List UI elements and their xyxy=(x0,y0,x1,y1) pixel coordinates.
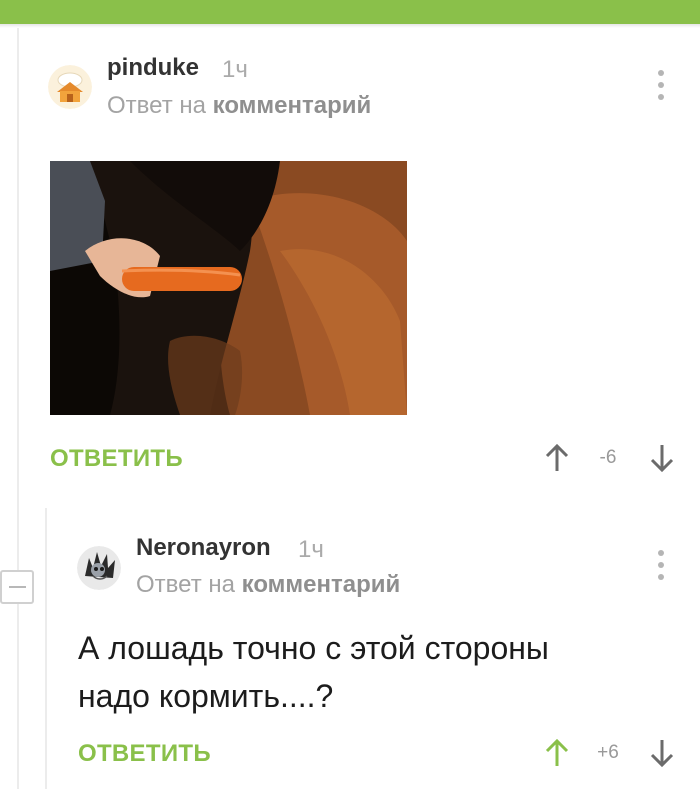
reply-target-link[interactable]: комментарий xyxy=(242,571,401,598)
upvote-arrow-icon[interactable] xyxy=(544,738,570,768)
upvote-arrow-icon[interactable] xyxy=(544,443,570,473)
reply-context[interactable]: Ответ на комментарий xyxy=(136,571,400,599)
comment-text: А лошадь точно с этой стороны надо корми… xyxy=(78,624,678,720)
username[interactable]: Neronayron xyxy=(136,534,271,562)
nested-thread-line[interactable] xyxy=(45,508,47,789)
comment-time: 1ч xyxy=(298,536,324,563)
reply-prefix: Ответ на xyxy=(136,571,235,598)
minus-icon xyxy=(9,586,26,588)
reply-target-link[interactable]: комментарий xyxy=(213,92,372,119)
avatar[interactable] xyxy=(77,546,121,590)
username[interactable]: pinduke xyxy=(107,54,199,82)
top-bar xyxy=(0,0,700,24)
reply-prefix: Ответ на xyxy=(107,92,206,119)
downvote-arrow-icon[interactable] xyxy=(649,738,675,768)
reply-button[interactable]: ОТВЕТИТЬ xyxy=(50,445,183,473)
chef-house-avatar-icon xyxy=(48,65,92,109)
horse-photo xyxy=(50,161,407,415)
comment-text-line: надо кормить....? xyxy=(78,678,334,714)
spiky-creature-avatar-icon xyxy=(77,546,121,590)
downvote-arrow-icon[interactable] xyxy=(649,443,675,473)
thread-line[interactable] xyxy=(17,28,19,789)
comment-time: 1ч xyxy=(222,56,248,83)
comment-text-line: А лошадь точно с этой стороны xyxy=(78,630,549,666)
reply-context[interactable]: Ответ на комментарий xyxy=(107,92,371,120)
avatar[interactable] xyxy=(48,65,92,109)
reply-button[interactable]: ОТВЕТИТЬ xyxy=(78,740,211,768)
more-menu-icon[interactable] xyxy=(655,70,667,102)
comment-image[interactable] xyxy=(50,161,407,415)
rating-count: +6 xyxy=(597,742,619,763)
collapse-thread-button[interactable] xyxy=(0,570,34,604)
rating-count: -6 xyxy=(599,447,617,468)
top-bar-shadow xyxy=(0,24,700,28)
more-menu-icon[interactable] xyxy=(655,550,667,582)
